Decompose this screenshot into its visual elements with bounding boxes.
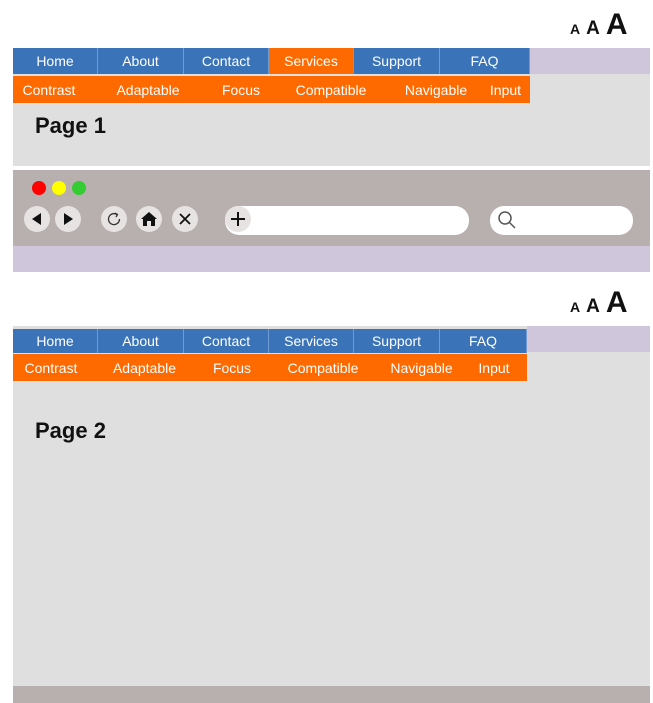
page2-font-size-medium-button[interactable]: A	[586, 296, 600, 318]
bookmarks-bar	[13, 246, 650, 272]
page1-title: Page 1	[35, 113, 106, 138]
page1-nav-filler	[530, 48, 650, 74]
back-arrow-icon	[32, 213, 41, 225]
page2-nav-faq[interactable]: FAQ	[440, 329, 527, 353]
font-size-large-button[interactable]: A	[606, 8, 628, 42]
reload-button[interactable]	[101, 206, 127, 232]
minimize-window-dot[interactable]	[52, 181, 66, 195]
nav-home[interactable]: Home	[13, 48, 98, 74]
subnav-input[interactable]: Input	[481, 76, 530, 103]
page2-nav-support[interactable]: Support	[354, 329, 440, 353]
close-icon	[179, 213, 191, 225]
stop-button[interactable]	[172, 206, 198, 232]
page2-font-size-small-button[interactable]: A	[570, 299, 580, 315]
reload-icon	[107, 212, 121, 226]
page2-font-size-controls: A A A	[570, 286, 628, 320]
page1-secondary-nav: Contrast Adaptable Focus Compatible Navi…	[13, 76, 530, 103]
page2-subnav-adaptable[interactable]: Adaptable	[89, 354, 200, 381]
plus-icon	[231, 212, 245, 226]
font-size-small-button[interactable]: A	[570, 21, 580, 37]
page2-subnav-compatible[interactable]: Compatible	[264, 354, 382, 381]
page2-title: Page 2	[35, 418, 106, 443]
forward-button[interactable]	[55, 206, 81, 232]
page2-subnav-navigable[interactable]: Navigable	[382, 354, 461, 381]
page2-primary-nav: Home About Contact Services Support FAQ	[13, 329, 527, 353]
page2-subnav-focus[interactable]: Focus	[200, 354, 264, 381]
page2-nav-services[interactable]: Services	[269, 329, 354, 353]
page2-subnav-contrast[interactable]: Contrast	[13, 354, 89, 381]
nav-services[interactable]: Services	[269, 48, 354, 74]
page1-primary-nav: Home About Contact Services Support FAQ	[13, 48, 530, 74]
subnav-compatible[interactable]: Compatible	[271, 76, 391, 103]
page2-nav-about[interactable]: About	[98, 329, 184, 353]
font-size-controls: A A A	[570, 8, 628, 42]
nav-faq[interactable]: FAQ	[440, 48, 530, 74]
page2-nav-home[interactable]: Home	[13, 329, 98, 353]
close-window-dot[interactable]	[32, 181, 46, 195]
subnav-focus[interactable]: Focus	[211, 76, 271, 103]
home-icon	[141, 212, 157, 226]
search-icon	[498, 211, 516, 229]
font-size-medium-button[interactable]: A	[586, 18, 600, 40]
status-bar	[13, 686, 650, 703]
nav-about[interactable]: About	[98, 48, 184, 74]
subnav-contrast[interactable]: Contrast	[13, 76, 85, 103]
page2-subnav-input[interactable]: Input	[461, 354, 527, 381]
back-button[interactable]	[24, 206, 50, 232]
page2-nav-filler	[527, 326, 650, 352]
page2-font-size-large-button[interactable]: A	[606, 286, 628, 320]
forward-arrow-icon	[64, 213, 73, 225]
nav-support[interactable]: Support	[354, 48, 440, 74]
search-bar[interactable]	[490, 206, 633, 235]
page2-secondary-nav: Contrast Adaptable Focus Compatible Navi…	[13, 354, 527, 381]
url-bar[interactable]	[225, 206, 469, 235]
new-tab-button[interactable]	[225, 206, 251, 232]
subnav-adaptable[interactable]: Adaptable	[85, 76, 211, 103]
subnav-navigable[interactable]: Navigable	[391, 76, 481, 103]
maximize-window-dot[interactable]	[72, 181, 86, 195]
nav-contact[interactable]: Contact	[184, 48, 269, 74]
page2-nav-contact[interactable]: Contact	[184, 329, 269, 353]
home-button[interactable]	[136, 206, 162, 232]
